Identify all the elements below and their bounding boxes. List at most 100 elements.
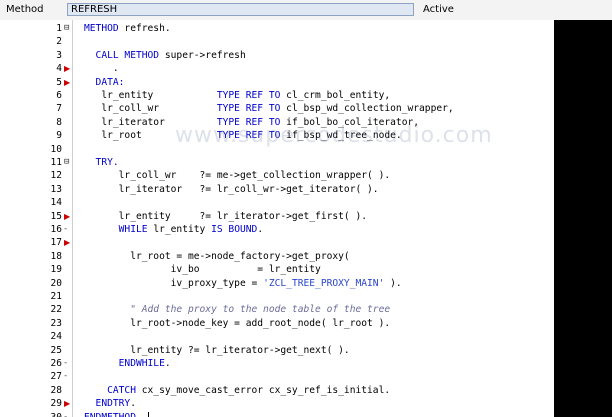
code-line[interactable]: METHOD refresh.	[84, 22, 171, 35]
code-token: TYPE REF TO	[216, 90, 281, 101]
code-line[interactable]: lr_root->node_key = add_root_node( lr_ro…	[84, 317, 390, 330]
code-token: lr_entity ?= lr_iterator->get_first( ).	[84, 210, 368, 222]
code-line[interactable]: lr_entity TYPE REF TO cl_crm_bol_entity,	[84, 89, 390, 102]
line-number: 20	[50, 277, 62, 289]
code-token: ENDMETHOD	[84, 412, 136, 417]
code-line[interactable]: lr_coll_wr ?= me->get_collection_wrapper…	[84, 169, 390, 182]
code-line[interactable]: iv_bo = lr_entity	[84, 263, 321, 276]
line-number: 30	[30, 411, 62, 417]
code-token: cx_sy_move_cast_error cx_sy_ref_is_initi…	[135, 384, 391, 396]
code-token: lr_coll_wr ?= me->get_collection_wrapper…	[84, 170, 391, 182]
gutter-divider	[72, 20, 73, 417]
code-line[interactable]: iv_proxy_type = 'ZCL_TREE_PROXY_MAIN' ).	[84, 277, 402, 290]
code-token: iv_bo = lr_entity	[84, 264, 321, 276]
code-line[interactable]: DATA:	[84, 76, 125, 89]
line-number: 22	[50, 304, 62, 316]
fold-end-marker: -	[64, 411, 68, 417]
line-number: 13	[50, 183, 62, 195]
line-number: 8	[56, 116, 62, 128]
code-line[interactable]: TRY.	[84, 156, 119, 169]
line-number: 29	[50, 398, 62, 410]
code-token: lr_coll_wr	[84, 103, 217, 115]
code-token: ENDWHILE	[84, 358, 165, 369]
code-line[interactable]: lr_entity ?= lr_iterator->get_first( ).	[84, 210, 367, 223]
line-number: 7	[56, 103, 62, 115]
code-token: .	[130, 398, 136, 410]
text-cursor	[148, 411, 149, 417]
line-number: 15	[50, 210, 62, 222]
line-number: 17	[50, 237, 62, 249]
code-line[interactable]: ENDWHILE.	[84, 357, 171, 370]
line-number: 16	[50, 224, 62, 235]
marker-triangle-icon[interactable]: ▶	[64, 397, 70, 410]
marker-triangle-icon[interactable]: ▶	[64, 210, 70, 223]
line-number: 10	[50, 143, 62, 155]
code-line[interactable]: CALL METHOD super->refresh	[84, 49, 246, 62]
code-line[interactable]: " Add the proxy to the node table of the…	[84, 303, 390, 316]
marker-triangle-icon[interactable]: ▶	[64, 236, 70, 249]
line-number: 12	[50, 170, 62, 182]
line-number: 2	[56, 36, 62, 48]
method-label: Method	[6, 4, 44, 15]
code-token: ).	[384, 277, 402, 289]
code-line[interactable]: ENDMETHOD.	[84, 411, 142, 417]
marker-triangle-icon[interactable]: ▶	[64, 76, 70, 89]
code-token: lr_iterator ?= lr_coll_wr->get_iterator(…	[84, 183, 379, 195]
line-number: 23	[50, 317, 62, 329]
code-line[interactable]: lr_root = me->node_factory->get_proxy(	[84, 250, 350, 263]
method-name-value: REFRESH	[71, 4, 118, 15]
line-number: 4	[56, 63, 62, 75]
fold-toggle-icon[interactable]: ⊟	[64, 22, 69, 35]
code-token: .	[257, 224, 264, 235]
fold-toggle-icon[interactable]: ⊟	[64, 156, 69, 169]
code-token: lr_root = me->node_factory->get_proxy(	[84, 250, 350, 262]
code-editor[interactable]: 1 ⊟ 2 3 4 ▶ 5 ▶ 6 7 8 9 10 11 ⊟ 12 13 14 15 ▶ 16-17 ▶ 18 19 20 21…	[0, 20, 554, 417]
line-number: 24	[50, 331, 62, 343]
code-token: 'ZCL_TREE_PROXY_MAIN'	[263, 277, 385, 289]
code-line[interactable]: lr_coll_wr TYPE REF TO cl_bsp_wd_collect…	[84, 102, 454, 115]
fold-end-marker: -	[64, 371, 68, 382]
watermark: www.supercodestudio.com	[175, 123, 493, 148]
code-token: DATA:	[84, 76, 125, 88]
code-token: METHOD	[84, 23, 119, 34]
code-line[interactable]: ENDTRY.	[84, 397, 136, 410]
code-token: WHILE	[84, 224, 148, 235]
code-token: " Add the proxy to the node table of the…	[84, 304, 391, 316]
code-line[interactable]: lr_entity ?= lr_iterator->get_next( ).	[84, 344, 350, 357]
code-token: cl_bsp_wd_collection_wrapper,	[280, 103, 454, 115]
line-number: 21	[50, 291, 62, 302]
code-token: CATCH	[84, 384, 136, 396]
code-token: lr_entity	[147, 224, 212, 235]
code-token: super->refresh	[159, 49, 246, 61]
code-line[interactable]: CATCH cx_sy_move_cast_error cx_sy_ref_is…	[84, 384, 390, 397]
fold-end-marker: -	[64, 358, 68, 368]
code-token: cl_crm_bol_entity,	[280, 90, 391, 101]
status-label: Active	[423, 4, 454, 15]
line-number: 5	[56, 76, 62, 88]
line-number: 28	[50, 384, 62, 396]
code-token: ENDTRY	[84, 398, 131, 410]
method-name-field[interactable]: REFRESH	[67, 3, 414, 16]
line-number: 14	[50, 197, 62, 209]
code-token: lr_entity	[84, 90, 217, 101]
line-number: 26	[50, 358, 62, 369]
code-token: iv_proxy_type =	[84, 277, 264, 289]
code-line[interactable]: lr_iterator ?= lr_coll_wr->get_iterator(…	[84, 183, 379, 196]
code-token: TYPE REF TO	[216, 103, 281, 115]
code-token: refresh.	[118, 23, 171, 34]
code-token: lr_entity ?= lr_iterator->get_next( ).	[84, 344, 350, 356]
line-number-gutter: 1 ⊟ 2 3 4 ▶ 5 ▶ 6 7 8 9 10 11 ⊟ 12 13 14 15 ▶ 16-17 ▶ 18 19 20 21…	[0, 20, 73, 417]
code-line[interactable]: WHILE lr_entity IS BOUND.	[84, 223, 263, 236]
code-token: IS BOUND	[211, 224, 258, 235]
code-line[interactable]: .	[84, 62, 119, 75]
code-token: CALL METHOD	[84, 49, 160, 61]
line-number: 1	[56, 23, 62, 34]
marker-triangle-icon[interactable]: ▶	[64, 62, 70, 75]
line-number: 19	[50, 264, 62, 276]
line-number: 3	[56, 49, 62, 61]
code-token: lr_root->node_key = add_root_node( lr_ro…	[84, 317, 391, 329]
code-token: .	[136, 412, 142, 417]
line-number: 27	[50, 371, 62, 383]
code-token: TRY.	[84, 157, 119, 168]
line-number: 11	[50, 157, 62, 168]
